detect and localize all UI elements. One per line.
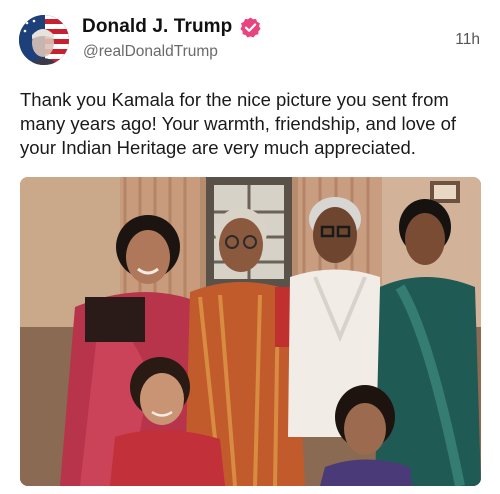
post-card: Donald J. Trump @realDonaldTrump 11h Tha… (0, 0, 500, 494)
author-display-name[interactable]: Donald J. Trump (82, 16, 232, 38)
post-photo[interactable] (20, 177, 481, 486)
author-name-row: Donald J. Trump (82, 14, 262, 40)
author-handle[interactable]: @realDonaldTrump (83, 43, 218, 61)
verified-badge-icon (239, 16, 262, 39)
post-timestamp[interactable]: 11h (455, 31, 480, 49)
avatar-flag-portrait-icon (19, 15, 69, 65)
author-avatar[interactable] (19, 15, 69, 65)
post-body-text: Thank you Kamala for the nice picture yo… (20, 89, 457, 158)
family-photo-image (20, 177, 481, 486)
